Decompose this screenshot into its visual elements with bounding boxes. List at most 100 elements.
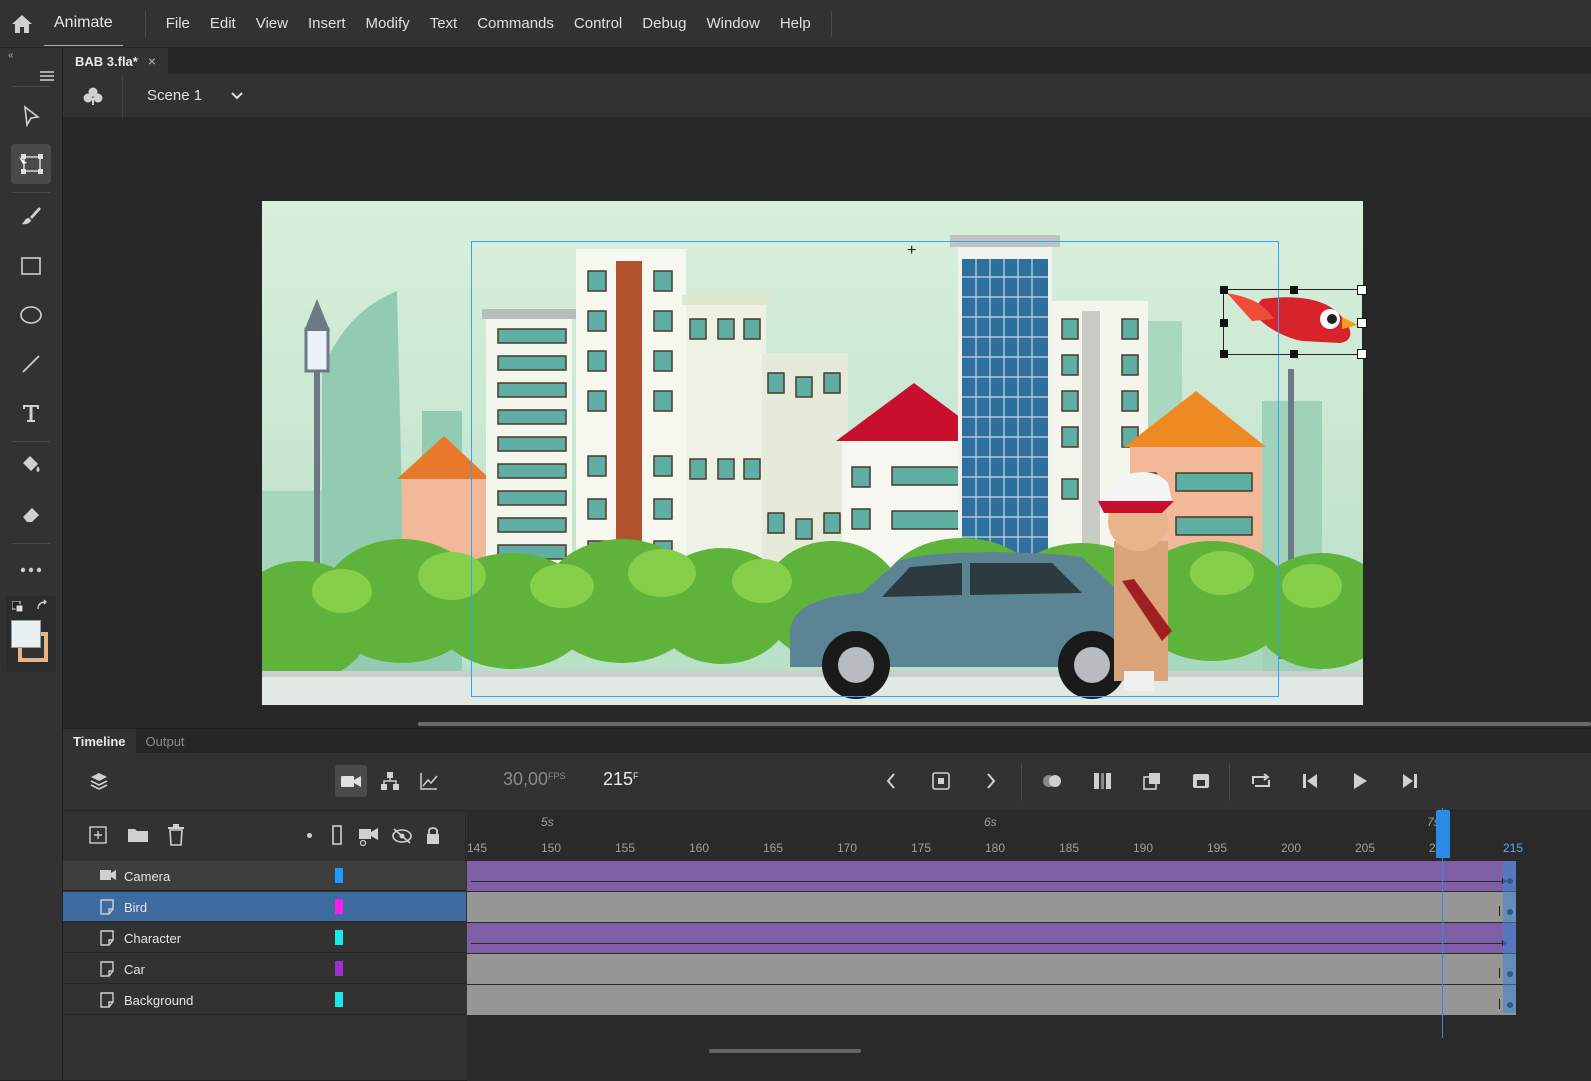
menu-modify[interactable]: Modify xyxy=(356,15,420,32)
transform-handle[interactable] xyxy=(1357,318,1367,328)
onion-skin-icon[interactable] xyxy=(1036,765,1068,797)
timeline-scrollbar[interactable] xyxy=(709,1049,861,1053)
insert-tween-icon[interactable] xyxy=(1136,765,1168,797)
menu-text[interactable]: Text xyxy=(420,15,468,32)
layer-color-swatch[interactable] xyxy=(335,899,343,914)
frame-span-bird[interactable] xyxy=(467,892,1516,922)
outline-icon[interactable] xyxy=(332,825,342,848)
brush-tool-icon[interactable] xyxy=(11,196,51,236)
app-name: Animate xyxy=(44,2,123,46)
frame-grid[interactable] xyxy=(467,861,1591,1081)
selection-bounding-box[interactable] xyxy=(1220,285,1367,359)
layer-list: Camera Bird Character Car Background xyxy=(63,861,466,1081)
layer-icon xyxy=(99,899,115,918)
attach-camera-icon[interactable] xyxy=(358,826,380,849)
chevron-right-icon[interactable] xyxy=(975,765,1007,797)
menu-edit[interactable]: Edit xyxy=(200,15,246,32)
layer-row-car[interactable]: Car xyxy=(63,954,466,984)
frame-span-camera[interactable] xyxy=(467,861,1516,891)
layer-color-swatch[interactable] xyxy=(335,992,343,1007)
document-tab-bar: BAB 3.fla* × xyxy=(63,48,1591,74)
collapse-panel-icon[interactable]: « xyxy=(8,50,14,61)
layer-row-camera[interactable]: Camera xyxy=(63,861,466,891)
transform-handle[interactable] xyxy=(1220,286,1228,294)
frame-number-label: 160 xyxy=(689,841,710,855)
playhead-line xyxy=(1442,808,1443,1038)
transform-handle[interactable] xyxy=(1357,349,1367,359)
layer-color-swatch[interactable] xyxy=(335,961,343,976)
lock-icon[interactable] xyxy=(425,825,441,848)
step-back-icon[interactable] xyxy=(1295,765,1327,797)
edit-multiple-frames-icon[interactable] xyxy=(1086,765,1118,797)
eraser-tool-icon[interactable] xyxy=(11,494,51,534)
menu-commands[interactable]: Commands xyxy=(467,15,564,32)
transform-handle[interactable] xyxy=(1220,350,1228,358)
close-tab-icon[interactable]: × xyxy=(148,53,156,69)
keyframe-icon[interactable] xyxy=(925,765,957,797)
frame-number-label: 200 xyxy=(1281,841,1302,855)
rectangle-tool-icon[interactable] xyxy=(11,246,51,286)
menu-help[interactable]: Help xyxy=(770,15,821,32)
home-icon[interactable] xyxy=(0,0,44,48)
panel-menu-icon[interactable] xyxy=(40,68,54,84)
paint-bucket-tool-icon[interactable] xyxy=(11,445,51,485)
default-colors-icon[interactable] xyxy=(11,600,24,616)
panel-tabs: Timeline Output xyxy=(63,729,1591,753)
document-tab[interactable]: BAB 3.fla* × xyxy=(63,48,169,74)
layer-row-background[interactable]: Background xyxy=(63,985,466,1015)
frame-span-character[interactable] xyxy=(467,923,1516,953)
tab-output[interactable]: Output xyxy=(136,729,195,753)
play-icon[interactable] xyxy=(1344,765,1376,797)
camera-tool-icon[interactable] xyxy=(335,765,367,797)
layer-color-swatch[interactable] xyxy=(335,868,343,883)
step-forward-icon[interactable] xyxy=(1393,765,1425,797)
create-classic-tween-icon[interactable] xyxy=(1185,765,1217,797)
transform-handle[interactable] xyxy=(1290,350,1298,358)
playhead[interactable] xyxy=(1436,810,1450,858)
free-transform-tool-icon[interactable] xyxy=(11,144,51,184)
menu-divider xyxy=(144,10,146,37)
tab-timeline[interactable]: Timeline xyxy=(63,729,136,753)
stage-horizontal-scrollbar[interactable] xyxy=(418,722,1591,726)
frame-number-label: 190 xyxy=(1133,841,1154,855)
loop-icon[interactable] xyxy=(1245,765,1277,797)
frame-span-background[interactable] xyxy=(467,985,1516,1015)
menu-control[interactable]: Control xyxy=(564,15,632,32)
line-tool-icon[interactable] xyxy=(11,344,51,384)
current-frame-display[interactable]: 215F xyxy=(603,769,639,790)
frame-span-car[interactable] xyxy=(467,954,1516,984)
parenting-icon[interactable] xyxy=(374,765,406,797)
menu-debug[interactable]: Debug xyxy=(632,15,696,32)
new-folder-icon[interactable] xyxy=(127,827,149,846)
frame-ruler[interactable]: 5s 6s 7s 145 150 155 160 165 170 175 180… xyxy=(467,811,1591,861)
edit-symbols-icon[interactable] xyxy=(63,73,123,118)
eye-hidden-icon[interactable] xyxy=(391,827,413,848)
text-tool-icon[interactable] xyxy=(11,393,51,433)
swap-colors-icon[interactable] xyxy=(35,599,49,616)
layers-icon[interactable] xyxy=(83,765,115,797)
oval-tool-icon[interactable] xyxy=(11,295,51,335)
transform-handle[interactable] xyxy=(1357,285,1367,295)
menu-window[interactable]: Window xyxy=(696,15,769,32)
new-layer-icon[interactable] xyxy=(89,826,107,847)
more-tools-icon[interactable] xyxy=(11,550,51,590)
selection-tool-icon[interactable] xyxy=(11,96,51,136)
stroke-color-swatch[interactable] xyxy=(11,620,41,648)
menu-view[interactable]: View xyxy=(246,15,298,32)
stage-canvas[interactable] xyxy=(262,201,1363,705)
transform-handle[interactable] xyxy=(1290,286,1298,294)
menu-insert[interactable]: Insert xyxy=(298,15,356,32)
graph-icon[interactable] xyxy=(413,765,445,797)
scene-name[interactable]: Scene 1 xyxy=(147,87,202,104)
chevron-left-icon[interactable] xyxy=(875,765,907,797)
transform-handle[interactable] xyxy=(1220,319,1228,327)
layer-icon xyxy=(99,961,115,980)
menu-file[interactable]: File xyxy=(156,15,200,32)
chevron-down-icon[interactable] xyxy=(230,88,244,104)
layer-row-character[interactable]: Character xyxy=(63,923,466,953)
delete-icon[interactable] xyxy=(167,824,185,849)
layer-row-bird[interactable]: Bird xyxy=(63,892,466,922)
highlight-layers-icon[interactable] xyxy=(307,833,312,838)
fps-display[interactable]: 30,00FPS xyxy=(503,769,566,790)
layer-color-swatch[interactable] xyxy=(335,930,343,945)
